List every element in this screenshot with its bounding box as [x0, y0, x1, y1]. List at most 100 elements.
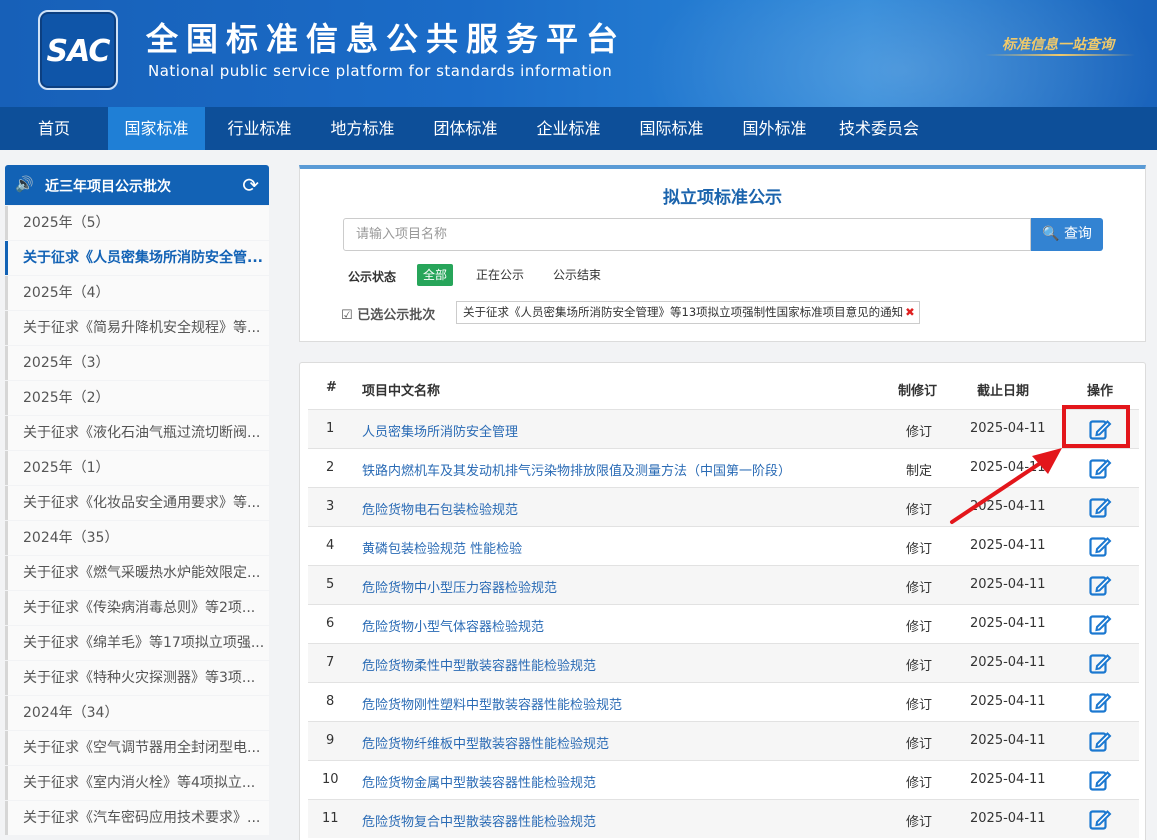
sidebar-year-2024-34[interactable]: 2024年（34）	[5, 696, 269, 730]
row-index: 8	[326, 694, 335, 709]
sidebar-batch-item[interactable]: 关于征求《特种火灾探测器》等3项...	[5, 661, 269, 695]
row-index: 1	[326, 421, 335, 436]
table-header: # 项目中文名称 制修订 截止日期 操作	[300, 363, 1145, 409]
col-action: 操作	[1087, 384, 1114, 399]
project-name-link[interactable]: 人员密集场所消防安全管理	[362, 421, 518, 440]
nav-enterprise-standards[interactable]: 企业标准	[520, 107, 617, 150]
project-name-link[interactable]: 铁路内燃机车及其发动机排气污染物排放限值及测量方法（中国第一阶段）	[362, 460, 791, 479]
status-filter-all[interactable]: 全部	[417, 264, 454, 286]
project-name-link[interactable]: 危险货物刚性塑料中型散装容器性能检验规范	[362, 694, 622, 713]
site-header: SAC 全国标准信息公共服务平台 National public service…	[0, 0, 1157, 107]
status-filter-ongoing[interactable]: 正在公示	[470, 264, 530, 286]
sidebar-year-2025-1[interactable]: 2025年（1）	[5, 451, 269, 485]
revision-type: 修订	[906, 698, 933, 713]
nav-home[interactable]: 首页	[0, 107, 108, 150]
selected-batch-tag: 关于征求《人员密集场所消防安全管理》等13项拟立项强制性国家标准项目意见的通知 ✖	[456, 301, 920, 324]
search-button[interactable]: 🔍 查询	[1031, 218, 1103, 251]
sidebar-batch-item[interactable]: 关于征求《汽车密码应用技术要求》...	[5, 801, 269, 835]
sac-logo[interactable]: SAC	[38, 10, 118, 90]
edit-icon[interactable]	[1088, 534, 1112, 558]
logo-text: SAC	[46, 34, 111, 69]
project-name-link[interactable]: 危险货物小型气体容器检验规范	[362, 616, 544, 635]
nav-national-standards[interactable]: 国家标准	[108, 107, 205, 150]
pointer-arrow	[950, 448, 1062, 524]
deadline-date: 2025-04-11	[970, 811, 1046, 826]
sidebar-batch-item[interactable]: 关于征求《简易升降机安全规程》等...	[5, 311, 269, 345]
revision-type: 修订	[906, 620, 933, 635]
project-name-link[interactable]: 黄磷包装检验规范 性能检验	[362, 538, 522, 557]
sidebar-batch-item[interactable]: 关于征求《燃气采暖热水炉能效限定...	[5, 556, 269, 590]
table-row: 7 危险货物柔性中型散装容器性能检验规范 修订 2025-04-11	[308, 643, 1139, 682]
edit-icon[interactable]	[1088, 495, 1112, 519]
row-index: 6	[326, 616, 335, 631]
sidebar-batch-item[interactable]: 关于征求《液化石油气瓶过流切断阀...	[5, 416, 269, 450]
project-name-link[interactable]: 危险货物纤维板中型散装容器性能检验规范	[362, 733, 609, 752]
nav-group-standards[interactable]: 团体标准	[417, 107, 514, 150]
edit-icon[interactable]	[1088, 456, 1112, 480]
sidebar-batch-item[interactable]: 关于征求《传染病消毒总则》等2项...	[5, 591, 269, 625]
table-row: 5 危险货物中小型压力容器检验规范 修订 2025-04-11	[308, 565, 1139, 604]
table-row: 6 危险货物小型气体容器检验规范 修订 2025-04-11	[308, 604, 1139, 643]
slogan-underline	[985, 54, 1135, 56]
search-panel: 拟立项标准公示 请输入项目名称 🔍 查询 公示状态 全部 正在公示 公示结束 ☑…	[299, 165, 1146, 342]
remove-tag-icon[interactable]: ✖	[905, 305, 915, 319]
table-row: 8 危险货物刚性塑料中型散装容器性能检验规范 修订 2025-04-11	[308, 682, 1139, 721]
main-nav: 首页 国家标准 行业标准 地方标准 团体标准 企业标准 国际标准 国外标准 技术…	[0, 107, 1157, 150]
sidebar-year-2025-2[interactable]: 2025年（2）	[5, 381, 269, 415]
sidebar-title: 近三年项目公示批次	[45, 179, 171, 195]
sidebar-batch-item[interactable]: 关于征求《人员密集场所消防安全管...	[5, 241, 269, 275]
deadline-date: 2025-04-11	[970, 772, 1046, 787]
row-index: 10	[322, 772, 339, 787]
project-name-link[interactable]: 危险货物中小型压力容器检验规范	[362, 577, 557, 596]
table-row: 10 危险货物金属中型散装容器性能检验规范 修订 2025-04-11	[308, 760, 1139, 799]
project-name-link[interactable]: 危险货物电石包装检验规范	[362, 499, 518, 518]
edit-icon[interactable]	[1088, 729, 1112, 753]
row-index: 2	[326, 460, 335, 475]
nav-industry-standards[interactable]: 行业标准	[211, 107, 308, 150]
col-index: #	[326, 380, 337, 395]
revision-type: 修订	[906, 815, 933, 830]
status-filter-ended[interactable]: 公示结束	[547, 264, 607, 286]
nav-technical-committees[interactable]: 技术委员会	[829, 107, 929, 150]
sidebar-batch-item[interactable]: 关于征求《化妆品安全通用要求》等...	[5, 486, 269, 520]
revision-type: 修订	[906, 581, 933, 596]
sidebar-year-2025-3[interactable]: 2025年（3）	[5, 346, 269, 380]
selected-batch-label: ☑ 已选公示批次	[341, 304, 435, 323]
selected-batch-text: 关于征求《人员密集场所消防安全管理》等13项拟立项强制性国家标准项目意见的通知	[463, 305, 904, 319]
refresh-icon[interactable]: ⟳	[242, 173, 259, 197]
deadline-date: 2025-04-11	[970, 733, 1046, 748]
edit-icon[interactable]	[1088, 573, 1112, 597]
revision-type: 制定	[906, 464, 933, 479]
sidebar-year-2024-35[interactable]: 2024年（35）	[5, 521, 269, 555]
deadline-date: 2025-04-11	[970, 655, 1046, 670]
nav-international-standards[interactable]: 国际标准	[623, 107, 720, 150]
table-row: 11 危险货物复合中型散装容器性能检验规范 修订 2025-04-11	[308, 799, 1139, 838]
nav-local-standards[interactable]: 地方标准	[314, 107, 411, 150]
revision-type: 修订	[906, 776, 933, 791]
table-row: 4 黄磷包装检验规范 性能检验 修订 2025-04-11	[308, 526, 1139, 565]
project-name-search-input[interactable]: 请输入项目名称	[343, 218, 1031, 251]
edit-icon[interactable]	[1088, 768, 1112, 792]
sidebar-batch-item[interactable]: 关于征求《空气调节器用全封闭型电...	[5, 731, 269, 765]
edit-icon[interactable]	[1088, 651, 1112, 675]
deadline-date: 2025-04-11	[970, 694, 1046, 709]
project-name-link[interactable]: 危险货物金属中型散装容器性能检验规范	[362, 772, 596, 791]
selected-batch-label-text: 已选公示批次	[357, 308, 436, 323]
edit-icon[interactable]	[1088, 612, 1112, 636]
edit-icon[interactable]	[1088, 690, 1112, 714]
project-name-link[interactable]: 危险货物柔性中型散装容器性能检验规范	[362, 655, 596, 674]
site-title: 全国标准信息公共服务平台	[146, 20, 627, 58]
revision-type: 修订	[906, 659, 933, 674]
sidebar-year-2025-5[interactable]: 2025年（5）	[5, 206, 269, 240]
search-icon: 🔍	[1042, 226, 1060, 242]
project-name-link[interactable]: 危险货物复合中型散装容器性能检验规范	[362, 811, 596, 830]
speaker-icon: 🔊	[15, 175, 34, 193]
panel-title: 拟立项标准公示	[663, 188, 782, 208]
sidebar-batch-item[interactable]: 关于征求《绵羊毛》等17项拟立项强...	[5, 626, 269, 660]
edit-icon[interactable]	[1088, 807, 1112, 831]
sidebar-year-2025-4[interactable]: 2025年（4）	[5, 276, 269, 310]
table-row: 9 危险货物纤维板中型散装容器性能检验规范 修订 2025-04-11	[308, 721, 1139, 760]
sidebar-batch-item[interactable]: 关于征求《室内消火栓》等4项拟立...	[5, 766, 269, 800]
deadline-date: 2025-04-11	[970, 538, 1046, 553]
nav-foreign-standards[interactable]: 国外标准	[726, 107, 823, 150]
